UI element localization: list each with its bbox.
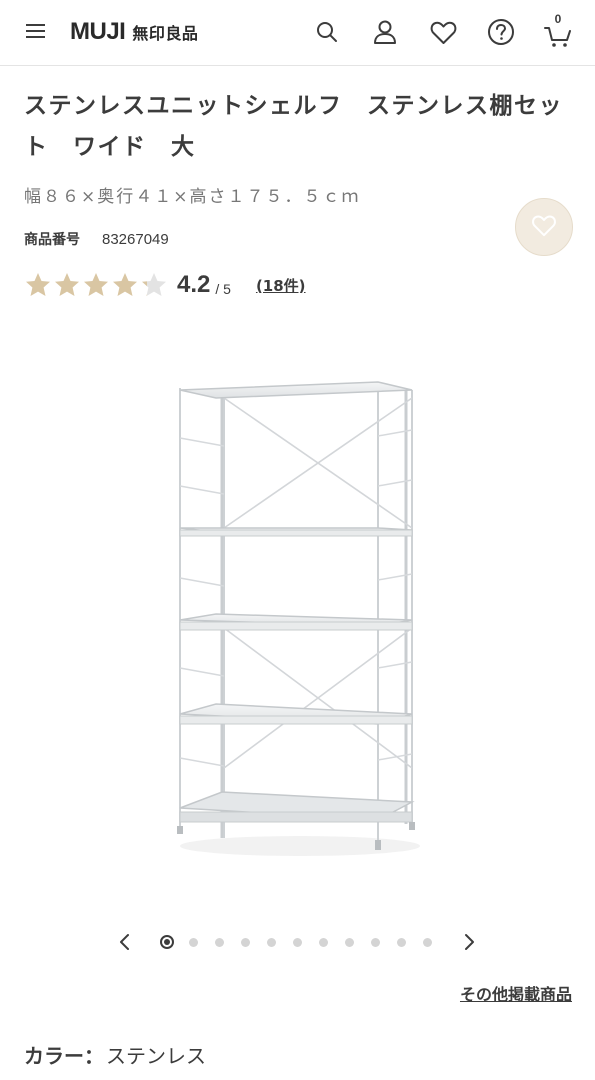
image-carousel-controls	[110, 926, 485, 958]
heart-icon	[531, 214, 557, 241]
carousel-dot[interactable]	[319, 937, 328, 947]
site-header: MUJI 無印良品 0	[0, 0, 595, 66]
carousel-dot[interactable]	[345, 937, 354, 947]
cart-icon[interactable]: 0	[542, 12, 574, 47]
star-icon	[113, 273, 137, 296]
product-code-row: 商品番号 83267049	[24, 229, 169, 249]
favorite-icon[interactable]	[427, 16, 459, 48]
star-icon	[84, 273, 108, 296]
carousel-dot[interactable]	[397, 937, 406, 947]
carousel-dot[interactable]	[293, 937, 302, 947]
cart-count: 0	[554, 12, 562, 26]
product-title: ステンレスユニットシェルフ ステンレス棚セット ワイド 大	[24, 93, 563, 160]
color-value: ステンレス	[106, 1044, 206, 1068]
rating-value: 4.2	[177, 271, 211, 298]
menu-icon[interactable]	[26, 23, 46, 39]
product-image[interactable]	[160, 368, 430, 868]
prev-arrow-icon[interactable]	[113, 930, 137, 954]
star-icon	[55, 273, 79, 296]
logo-jp-text: 無印良品	[132, 24, 199, 43]
rating-max: / 5	[215, 281, 231, 297]
product-code-value: 83267049	[102, 230, 169, 248]
carousel-dot[interactable]	[241, 937, 250, 947]
next-arrow-icon[interactable]	[457, 930, 481, 954]
carousel-dot[interactable]	[189, 937, 198, 947]
rating-row: 4.2 / 5 (18件)	[24, 268, 306, 302]
color-row: カラー： ステンレス	[24, 1040, 206, 1069]
carousel-dot[interactable]	[423, 937, 432, 947]
other-products-link[interactable]: その他掲載商品	[460, 981, 572, 1005]
product-code-label: 商品番号	[24, 232, 80, 248]
carousel-dot[interactable]	[160, 935, 174, 949]
account-icon[interactable]	[369, 16, 401, 48]
star-icon	[26, 273, 50, 296]
carousel-dots	[160, 935, 449, 949]
logo[interactable]: MUJI 無印良品	[70, 16, 198, 48]
color-label: カラー：	[24, 1044, 104, 1068]
carousel-dot[interactable]	[371, 937, 380, 947]
search-icon[interactable]	[311, 16, 343, 48]
help-icon[interactable]	[485, 16, 517, 48]
logo-latin-text: MUJI	[70, 18, 126, 45]
rating-stars	[24, 271, 169, 299]
add-favorite-button[interactable]	[515, 198, 573, 256]
product-dimensions: 幅８６×奥行４１×高さ１７５．５ｃｍ	[24, 187, 361, 207]
carousel-dot[interactable]	[215, 937, 224, 947]
review-count-link[interactable]: (18件)	[256, 275, 306, 296]
star-icon	[142, 273, 166, 296]
carousel-dot[interactable]	[267, 937, 276, 947]
